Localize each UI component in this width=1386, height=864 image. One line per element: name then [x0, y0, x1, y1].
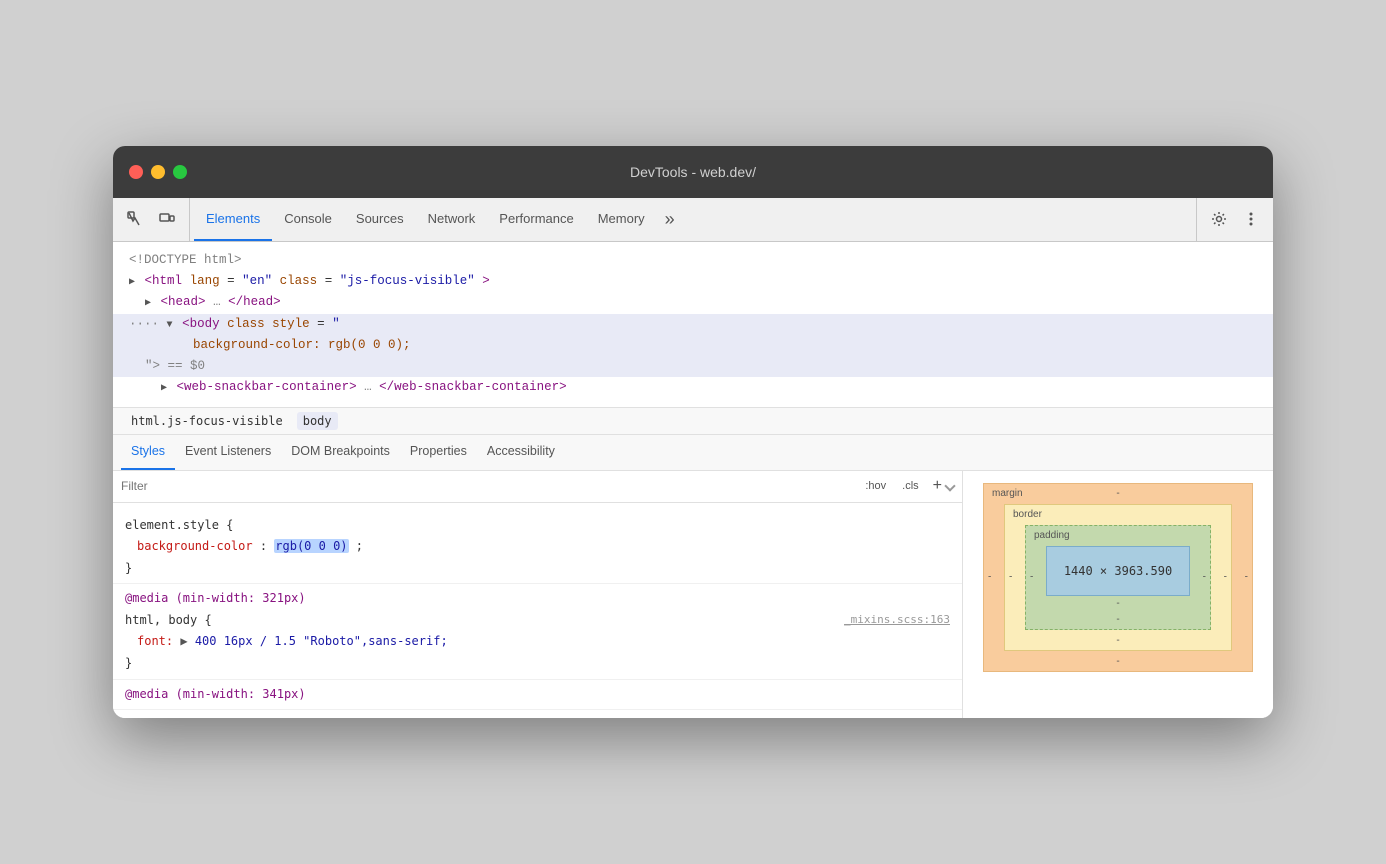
main-content: <!DOCTYPE html> ▶ <html lang = "en" clas… — [113, 242, 1273, 719]
box-padding: padding - - - 1440 × 3963.590 - — [1025, 525, 1211, 630]
border-label: border — [1013, 509, 1042, 520]
kebab-icon — [1249, 211, 1253, 227]
tab-performance[interactable]: Performance — [487, 198, 585, 241]
styles-pane: :hov .cls + element.style { backgroun — [113, 471, 963, 719]
filter-bar: :hov .cls + — [113, 471, 962, 503]
hov-btn[interactable]: :hov — [859, 477, 892, 495]
css-at-rule-line: @media (min-width: 321px) — [113, 588, 962, 610]
tab-console[interactable]: Console — [272, 198, 344, 241]
window-title: DevTools - web.dev/ — [630, 164, 756, 180]
box-margin: margin - - - border - - - padding — [983, 483, 1253, 672]
device-icon — [159, 211, 175, 227]
border-left: - — [1009, 572, 1012, 583]
expand-icon: ▶ — [145, 298, 151, 309]
tab-memory[interactable]: Memory — [586, 198, 657, 241]
minimize-button[interactable] — [151, 165, 165, 179]
filter-buttons: :hov .cls + — [859, 477, 946, 495]
padding-left: - — [1030, 572, 1033, 583]
scroll-indicator — [944, 480, 955, 491]
traffic-lights — [129, 165, 187, 179]
title-bar: DevTools - web.dev/ — [113, 146, 1273, 198]
expand-icon: ▶ — [129, 277, 135, 288]
tab-styles[interactable]: Styles — [121, 435, 175, 470]
css-rule-media-321: @media (min-width: 321px) html, body { _… — [113, 584, 962, 679]
css-at-rule-partial: @media (min-width: 341px) — [113, 684, 962, 706]
tab-accessibility[interactable]: Accessibility — [477, 435, 565, 470]
margin-bottom: - — [1116, 656, 1119, 667]
dom-body-tag[interactable]: ···· ▼ <body class style = " — [113, 314, 1273, 335]
border-right: - — [1224, 572, 1227, 583]
css-close-brace: } — [113, 558, 962, 580]
margin-label: margin — [992, 488, 1023, 499]
padding-label: padding — [1034, 530, 1070, 541]
tab-elements[interactable]: Elements — [194, 198, 272, 241]
css-source-link[interactable]: _mixins.scss:163 — [844, 610, 950, 630]
more-options-btn[interactable] — [1237, 205, 1265, 233]
css-prop-line[interactable]: background-color : rgb(0 0 0) ; — [113, 536, 962, 558]
content-size: 1440 × 3963.590 — [1064, 564, 1172, 578]
dom-snackbar-tag[interactable]: ▶ <web-snackbar-container> … </web-snack… — [113, 377, 1273, 398]
dom-body-closing: "> == $0 — [113, 356, 1273, 377]
css-rule-media-341-partial: @media (min-width: 341px) — [113, 680, 962, 711]
tab-properties[interactable]: Properties — [400, 435, 477, 470]
tab-event-listeners[interactable]: Event Listeners — [175, 435, 281, 470]
box-model-pane: margin - - - border - - - padding — [963, 471, 1273, 719]
dom-html-tag[interactable]: ▶ <html lang = "en" class = "js-focus-vi… — [113, 271, 1273, 292]
dom-inspector: <!DOCTYPE html> ▶ <html lang = "en" clas… — [113, 242, 1273, 408]
margin-right: - — [1245, 572, 1248, 583]
css-font-prop[interactable]: font: ▶ 400 16px / 1.5 "Roboto",sans-ser… — [113, 631, 962, 653]
css-selector-line-2: html, body { _mixins.scss:163 — [113, 610, 962, 632]
expand-icon: ▼ — [167, 320, 173, 331]
box-content: 1440 × 3963.590 — [1046, 546, 1190, 596]
gear-icon — [1211, 211, 1227, 227]
css-rules-panel: element.style { background-color : rgb(0… — [113, 503, 962, 719]
expand-icon: ▶ — [161, 383, 167, 394]
bottom-pane: :hov .cls + element.style { backgroun — [113, 471, 1273, 719]
margin-top: - — [1116, 488, 1119, 499]
box-border: border - - - padding - - - — [1004, 504, 1232, 651]
box-model: margin - - - border - - - padding — [983, 483, 1253, 672]
tab-more-btn[interactable]: » — [657, 198, 683, 241]
tab-dom-breakpoints[interactable]: DOM Breakpoints — [281, 435, 400, 470]
css-close-brace-2: } — [113, 653, 962, 675]
tab-bar-icons — [121, 198, 190, 241]
dom-doctype: <!DOCTYPE html> — [113, 250, 1273, 271]
tab-network[interactable]: Network — [416, 198, 488, 241]
inspector-icon-btn[interactable] — [121, 205, 149, 233]
border-bottom: - — [1116, 635, 1119, 646]
breadcrumb-html[interactable]: html.js-focus-visible — [125, 412, 289, 430]
close-button[interactable] — [129, 165, 143, 179]
devtools-window: DevTools - web.dev/ Elements Console — [113, 146, 1273, 719]
css-selector-line: element.style { — [113, 515, 962, 537]
margin-left: - — [988, 572, 991, 583]
settings-btn[interactable] — [1205, 205, 1233, 233]
padding-bottom: - — [1116, 614, 1119, 625]
tab-bar-right-actions — [1196, 198, 1265, 241]
padding-right: - — [1203, 572, 1206, 583]
inspector-icon — [127, 211, 143, 227]
css-rule-element-style: element.style { background-color : rgb(0… — [113, 511, 962, 585]
breadcrumb: html.js-focus-visible body — [113, 408, 1273, 435]
cls-btn[interactable]: .cls — [896, 477, 925, 495]
maximize-button[interactable] — [173, 165, 187, 179]
padding-bottom-val: - — [1046, 598, 1190, 609]
tab-bar: Elements Console Sources Network Perform… — [113, 198, 1273, 242]
styles-panel-tabs: Styles Event Listeners DOM Breakpoints P… — [113, 435, 1273, 471]
filter-input[interactable] — [121, 479, 859, 493]
dom-head-tag[interactable]: ▶ <head> … </head> — [113, 292, 1273, 313]
dom-body-style-prop: background-color: rgb(0 0 0); — [113, 335, 1273, 356]
tab-sources[interactable]: Sources — [344, 198, 416, 241]
breadcrumb-body[interactable]: body — [297, 412, 338, 430]
device-toolbar-btn[interactable] — [153, 205, 181, 233]
